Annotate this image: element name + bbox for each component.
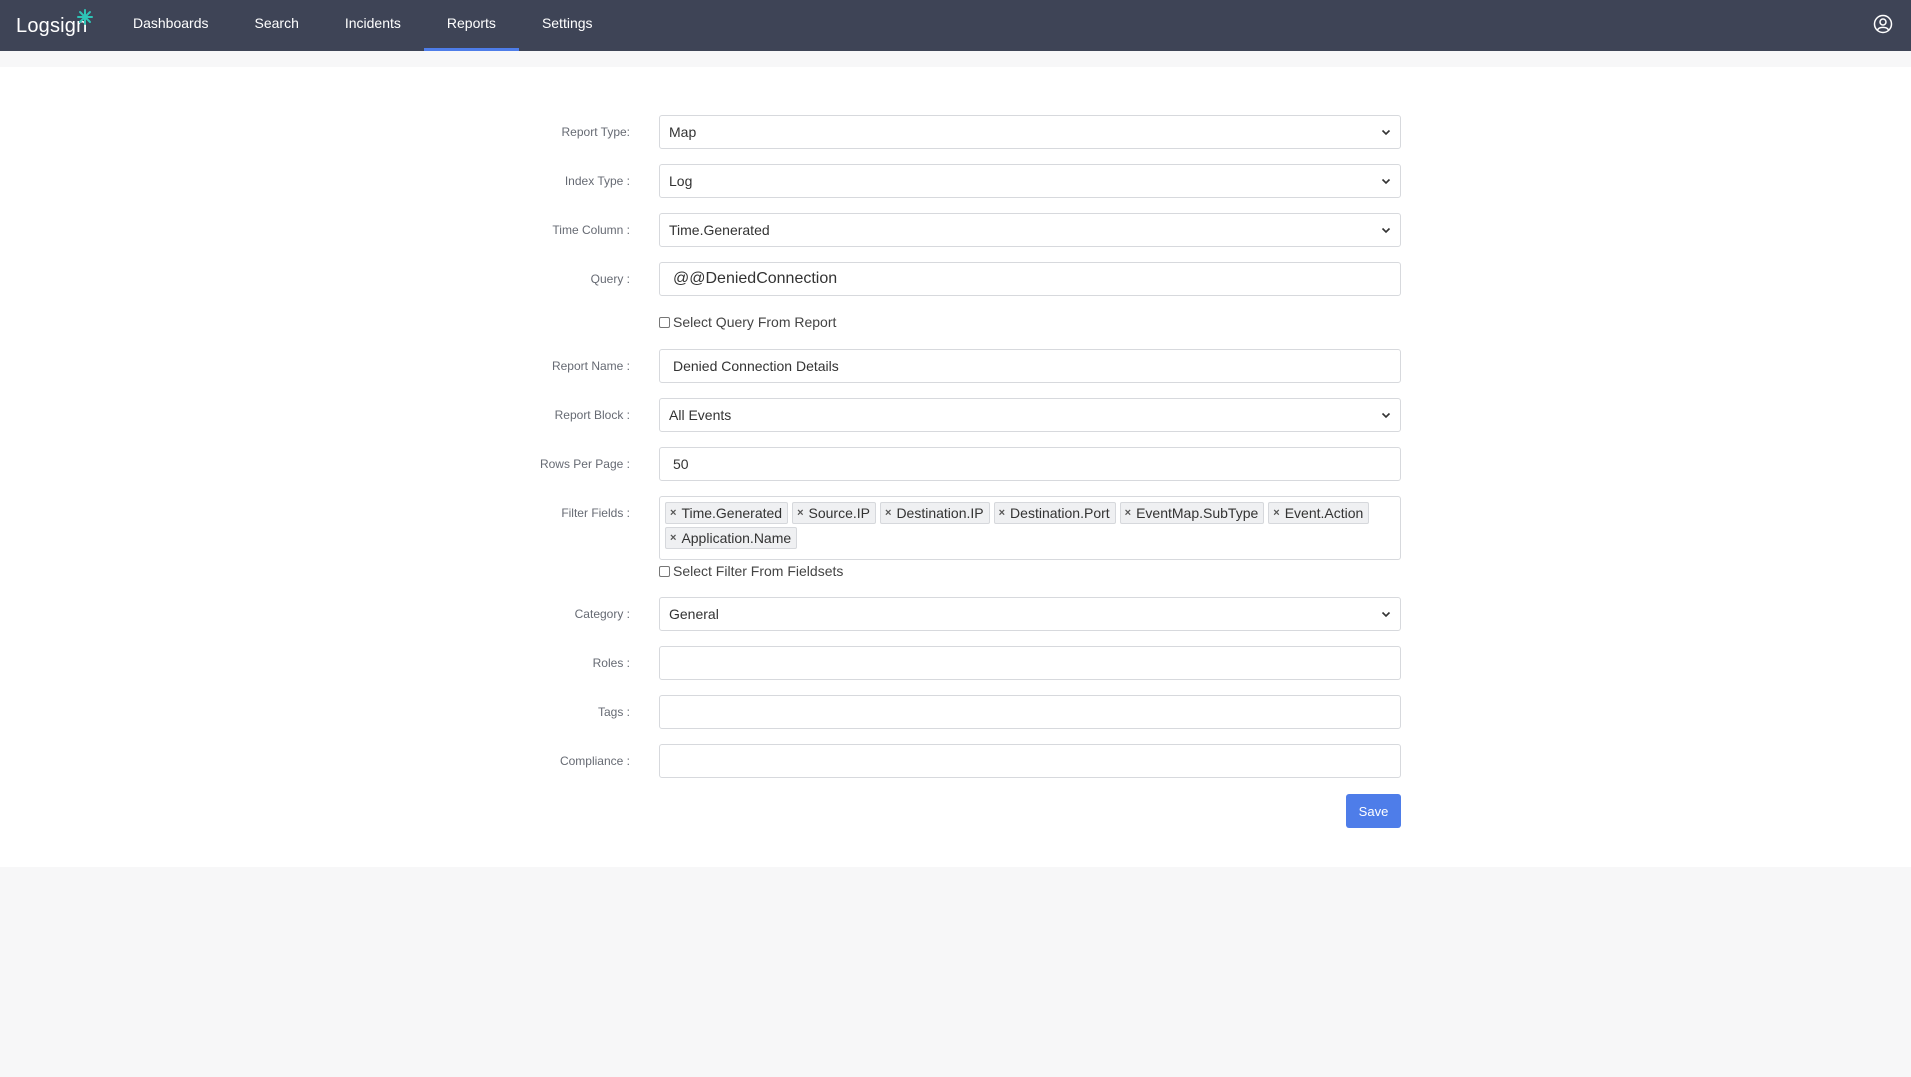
user-account-icon[interactable]	[1873, 14, 1893, 34]
top-navbar: Logsign Dashboards Search Incidents Repo…	[0, 0, 1911, 51]
report-type-select[interactable]: Map	[659, 115, 1401, 149]
select-filter-from-fieldsets-label[interactable]: Select Filter From Fieldsets	[673, 563, 843, 579]
select-query-from-report-label[interactable]: Select Query From Report	[673, 314, 836, 330]
filter-tag: × Application.Name	[665, 527, 798, 549]
nav-dashboards[interactable]: Dashboards	[110, 0, 232, 51]
save-button[interactable]: Save	[1346, 794, 1401, 828]
chevron-down-icon	[1381, 129, 1391, 136]
time-column-select[interactable]: Time.Generated	[659, 213, 1401, 247]
remove-tag-icon[interactable]: ×	[670, 532, 676, 544]
query-input[interactable]: @@DeniedConnection	[659, 262, 1401, 296]
filter-tag: × Time.Generated	[665, 502, 789, 524]
remove-tag-icon[interactable]: ×	[1273, 507, 1279, 519]
filter-tag-label: Destination.Port	[1010, 505, 1110, 521]
roles-input[interactable]	[659, 646, 1401, 680]
filter-tag: × Event.Action	[1268, 502, 1370, 524]
logsign-logo[interactable]: Logsign	[16, 9, 93, 41]
nav-search[interactable]: Search	[232, 0, 322, 51]
query-label: Query :	[590, 272, 630, 286]
filter-tag: × Destination.Port	[993, 502, 1116, 524]
filter-tag: × EventMap.SubType	[1119, 502, 1265, 524]
filter-tag: × Destination.IP	[880, 502, 990, 524]
filter-tag-label: Time.Generated	[681, 505, 783, 521]
filter-tag-label: Application.Name	[681, 530, 792, 546]
compliance-label: Compliance :	[559, 754, 630, 768]
time-column-label: Time Column :	[552, 223, 630, 237]
main-nav: Dashboards Search Incidents Reports Sett…	[110, 0, 616, 51]
filter-tag-label: Event.Action	[1284, 505, 1364, 521]
remove-tag-icon[interactable]: ×	[885, 507, 891, 519]
remove-tag-icon[interactable]: ×	[670, 507, 676, 519]
rows-per-page-input[interactable]: 50	[659, 447, 1401, 481]
tags-label: Tags :	[597, 705, 630, 719]
report-type-label: Report Type:	[561, 125, 630, 139]
select-query-from-report-checkbox[interactable]	[659, 316, 670, 328]
chevron-down-icon	[1381, 412, 1391, 419]
report-type-value: Map	[669, 124, 697, 140]
filter-fields-tag-input[interactable]: × Time.Generated × Source.IP × Destination.IP…	[659, 496, 1401, 560]
category-label: Category :	[574, 607, 630, 621]
nav-settings[interactable]: Settings	[519, 0, 616, 51]
filter-tag-label: EventMap.SubType	[1136, 505, 1259, 521]
roles-label: Roles :	[592, 656, 630, 670]
filter-tag-label: Source.IP	[808, 505, 870, 521]
nav-incidents[interactable]: Incidents	[322, 0, 424, 51]
index-type-value: Log	[669, 173, 693, 189]
report-edit-panel: Report Type: Map Index Type : Log Time C…	[0, 67, 1911, 867]
chevron-down-icon	[1381, 178, 1391, 185]
filter-tag: × Source.IP	[792, 502, 876, 524]
report-name-input[interactable]: Denied Connection Details	[659, 349, 1401, 383]
tags-input[interactable]	[659, 695, 1401, 729]
category-select[interactable]: General	[659, 597, 1401, 631]
logo-mark-icon	[77, 9, 93, 25]
filter-tag-label: Destination.IP	[896, 505, 984, 521]
report-block-label: Report Block :	[554, 408, 630, 422]
index-type-select[interactable]: Log	[659, 164, 1401, 198]
report-name-label: Report Name :	[551, 359, 630, 373]
compliance-input[interactable]	[659, 744, 1401, 778]
remove-tag-icon[interactable]: ×	[1125, 507, 1131, 519]
chevron-down-icon	[1381, 611, 1391, 618]
select-filter-from-fieldsets-checkbox[interactable]	[659, 565, 670, 577]
remove-tag-icon[interactable]: ×	[797, 507, 803, 519]
select-query-from-report-row: Select Query From Report	[659, 314, 836, 330]
nav-reports[interactable]: Reports	[423, 0, 519, 51]
chevron-down-icon	[1381, 227, 1391, 234]
rows-per-page-label: Rows Per Page :	[539, 457, 630, 471]
filter-fields-label: Filter Fields :	[561, 506, 630, 520]
report-block-select[interactable]: All Events	[659, 398, 1401, 432]
time-column-value: Time.Generated	[669, 222, 770, 238]
report-block-value: All Events	[669, 407, 732, 423]
remove-tag-icon[interactable]: ×	[999, 507, 1005, 519]
category-value: General	[669, 606, 719, 622]
index-type-label: Index Type :	[564, 174, 630, 188]
select-filter-from-fieldsets-row: Select Filter From Fieldsets	[659, 563, 843, 579]
